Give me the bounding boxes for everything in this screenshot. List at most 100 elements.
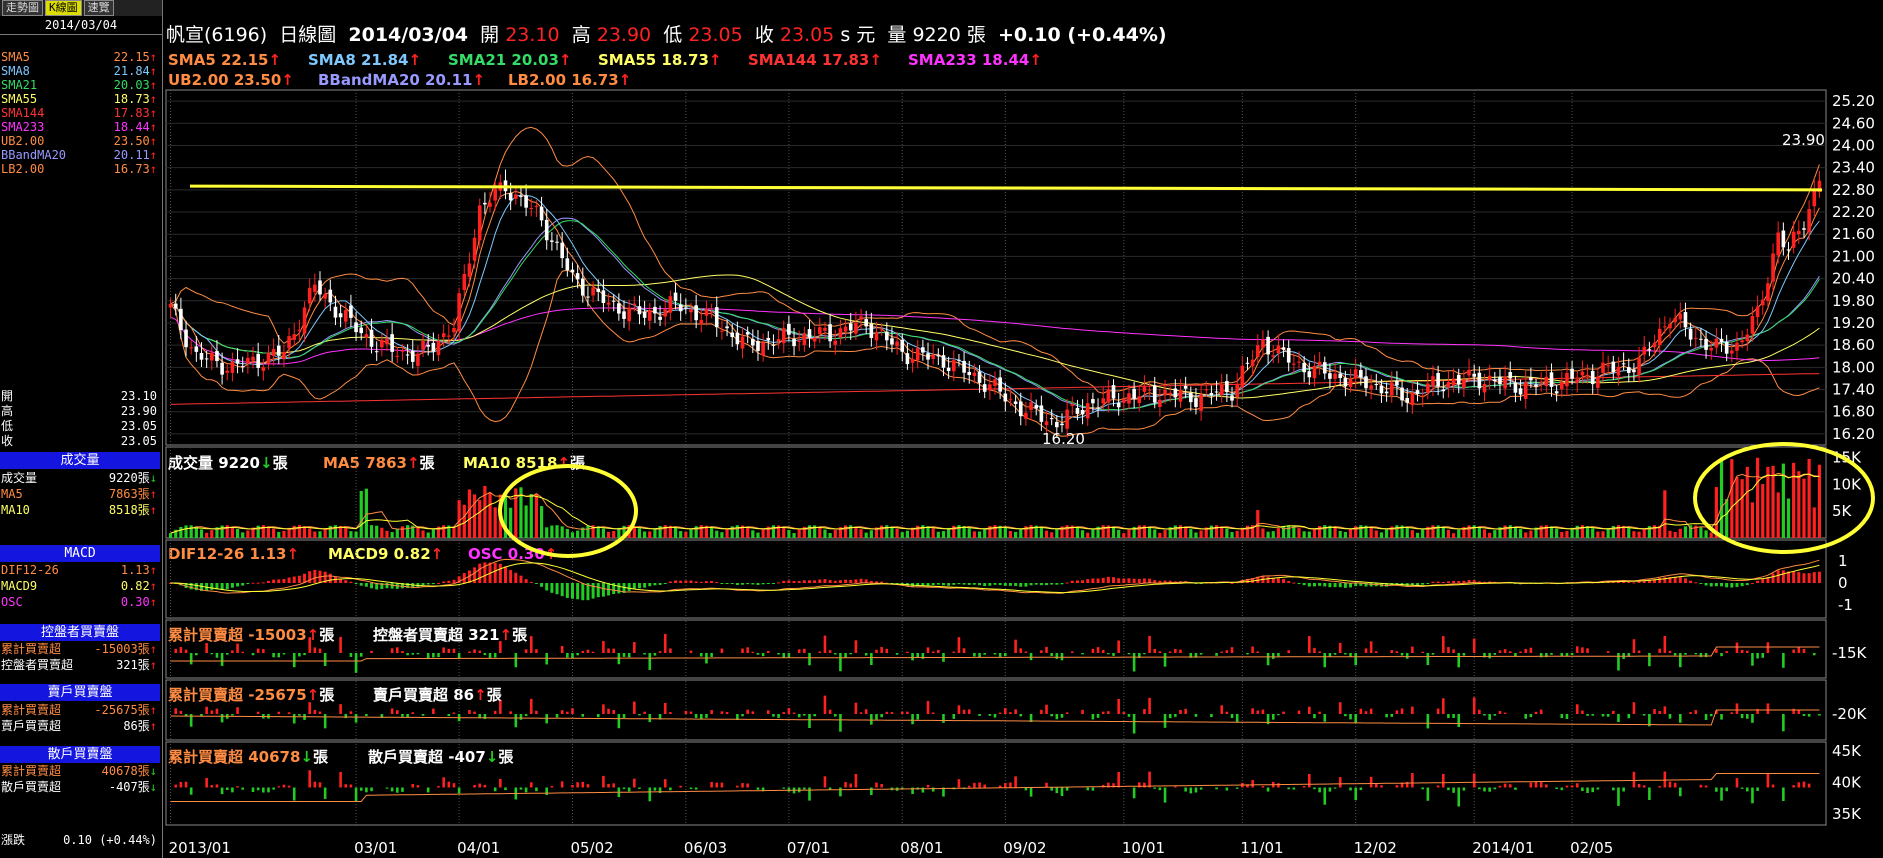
chip-big-bar: [349, 711, 353, 714]
macd-osc-bar: [1771, 573, 1775, 583]
chip-ctl-bar: [1447, 647, 1450, 653]
candle-body: [792, 338, 796, 347]
volume-bar: [787, 529, 791, 538]
chip-ctl-bar: [1143, 653, 1146, 655]
macd-osc-bar: [1338, 583, 1342, 588]
candle-body: [694, 305, 698, 321]
chip-ctl-bar: [1452, 649, 1455, 653]
volume-tick-label: 10K: [1832, 475, 1862, 493]
candle-body: [318, 280, 322, 295]
candle-body: [1400, 387, 1404, 401]
chip-small-bar: [1014, 776, 1017, 788]
candle-body: [1760, 299, 1765, 306]
candle-body: [1616, 366, 1621, 376]
chip-small-bar: [1091, 787, 1095, 791]
chip-big-bar: [1493, 714, 1497, 716]
chip-big-bar: [870, 714, 873, 725]
chip-ctl-bar: [633, 642, 636, 653]
chip-small-bar: [308, 770, 311, 788]
candle-body: [673, 292, 678, 301]
chip-big-bar: [1663, 706, 1667, 714]
chip-ctl-bar: [1766, 642, 1770, 653]
chip-ctl-bar: [931, 651, 935, 653]
volume-bar: [1369, 527, 1373, 538]
chip-ctl-bar: [1694, 653, 1698, 655]
volume-bar: [359, 490, 363, 538]
chip-big-bar: [545, 714, 549, 724]
chip-ctl-bar: [1148, 635, 1151, 653]
chip-small-bar: [256, 787, 260, 791]
candle-body: [1642, 346, 1647, 355]
macd-osc-bar: [931, 583, 935, 586]
macd-osc-bar: [978, 583, 982, 586]
volume-bar: [1699, 527, 1703, 538]
volume-bar: [653, 528, 657, 538]
volume-bar: [1637, 531, 1641, 538]
chip-small-bar: [694, 787, 698, 790]
chip-small-bar: [715, 782, 719, 788]
candle-body: [869, 323, 874, 338]
volume-bar: [1704, 530, 1708, 538]
chip-ctl-bar: [1745, 650, 1749, 653]
chip-small-bar: [1313, 787, 1316, 790]
chip-big-bar: [1168, 714, 1172, 719]
chip-ctl-bar: [983, 653, 986, 655]
chip-ctl-bar: [1699, 653, 1703, 658]
macd-osc-bar: [1817, 571, 1821, 583]
candle-body: [1446, 382, 1451, 388]
chip-small-bar: [1632, 771, 1636, 788]
macd-osc-bar: [1709, 583, 1713, 587]
chip-big-bar: [648, 714, 652, 723]
chip-big-bar: [1308, 706, 1311, 714]
chip-ctl-bar: [1029, 653, 1033, 661]
candle-body: [256, 353, 260, 368]
stock-chart[interactable]: 2013/01 03/01 04/01 05/02 06/03 07/01 08/01 09/…: [0, 0, 1883, 858]
candle-body: [1714, 338, 1719, 348]
volume-bar: [1127, 529, 1131, 538]
volume-bar: [1199, 530, 1203, 538]
chip-ctl-bar: [1632, 639, 1636, 653]
chip-ctl-bar: [1019, 648, 1023, 653]
chip-ctl-bar: [1225, 650, 1229, 653]
volume-bar: [1673, 532, 1677, 538]
chip-big-bar: [1591, 714, 1595, 716]
macd-osc-bar: [292, 576, 296, 583]
chip-ctl-bar: [808, 653, 811, 666]
chip-ctl-bar: [452, 648, 456, 653]
macd-osc-bar: [957, 583, 961, 585]
chip-ctl-bar: [581, 650, 585, 653]
volume-bar: [1518, 529, 1523, 538]
macd-osc-bar: [1441, 581, 1445, 583]
candle-body: [204, 358, 209, 360]
chip-small-bar: [1143, 782, 1146, 788]
chip-small-bar: [354, 787, 358, 802]
candle-body: [1575, 379, 1580, 383]
candle-body: [833, 340, 838, 345]
chip-small-bar: [210, 785, 214, 788]
candle-body: [967, 371, 972, 376]
chip-small-bar: [1261, 786, 1265, 788]
chip-ctl-bar: [529, 636, 533, 653]
volume-bar: [1549, 526, 1554, 538]
macd-osc-bar: [859, 578, 863, 583]
chip-ctl-bar: [1246, 653, 1249, 655]
chip-ctl-bar: [1493, 653, 1497, 655]
candle-body: [1395, 380, 1399, 386]
chip-small-bar: [1534, 781, 1538, 788]
macd-osc-bar: [596, 583, 600, 598]
chip-ctl-bar: [1802, 648, 1806, 653]
candle-body: [266, 352, 271, 365]
chip-big-bar: [555, 714, 559, 718]
chip-ctl-bar: [1230, 647, 1234, 653]
macd-osc-bar: [771, 583, 775, 584]
candle-body: [1168, 392, 1172, 395]
chip-small-bar: [1575, 783, 1579, 788]
candle-body: [1008, 399, 1013, 401]
candle-body: [1034, 405, 1039, 409]
chip-small-bar: [679, 785, 682, 788]
chip-small-bar: [1060, 787, 1064, 797]
volume-bar: [869, 530, 873, 538]
chip-ctl-bar: [560, 645, 564, 653]
candle-body: [1307, 371, 1312, 378]
chip-small-tick-label: 45K: [1832, 742, 1862, 760]
